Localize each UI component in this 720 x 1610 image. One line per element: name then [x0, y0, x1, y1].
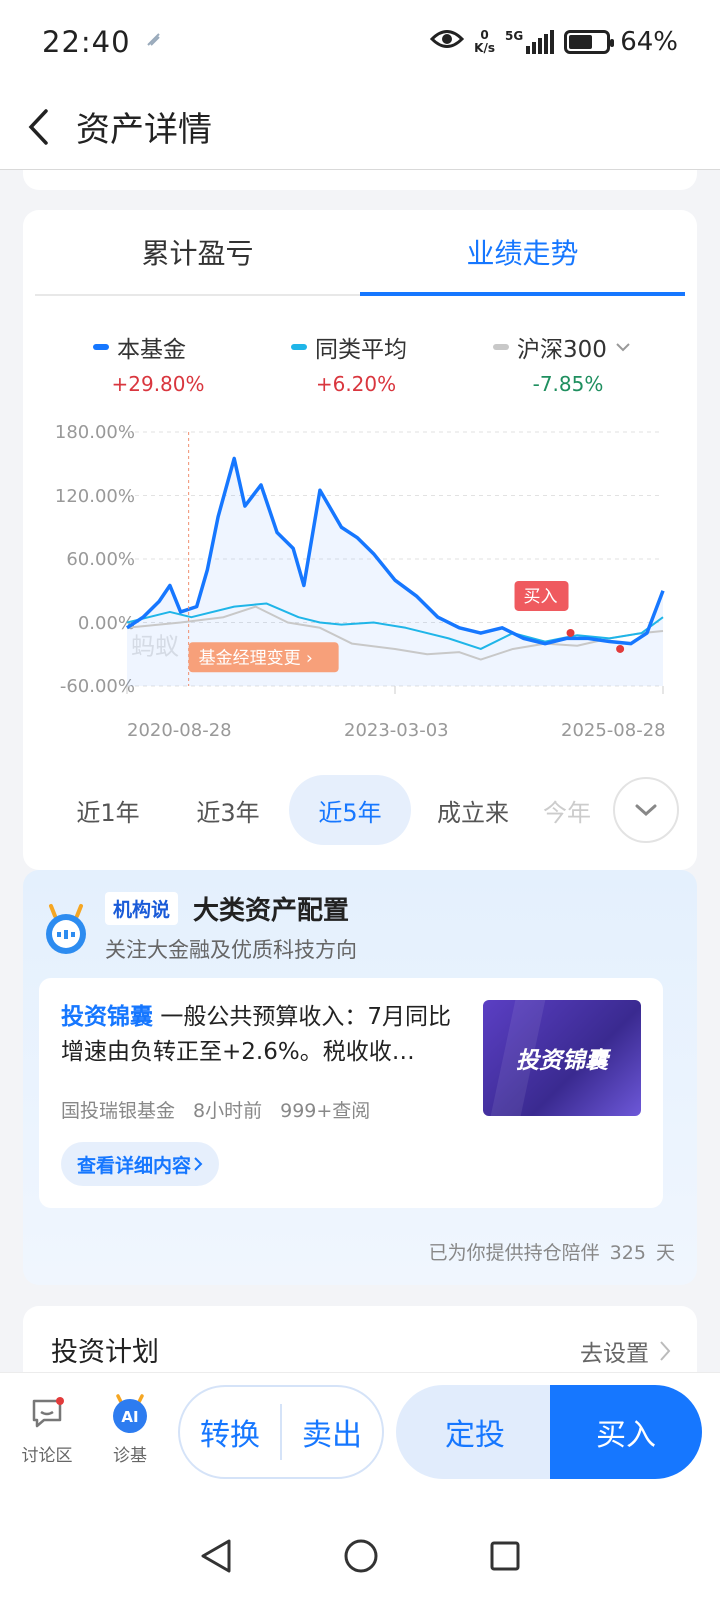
eye-icon [430, 27, 465, 57]
svg-text:AI: AI [121, 1408, 138, 1426]
robot-logo-icon [46, 904, 86, 954]
index-swatch [493, 344, 509, 350]
chevron-left-icon [28, 108, 48, 145]
signal-icon: 5G [505, 30, 555, 54]
institution-tag: 机构说 [105, 892, 179, 925]
performance-chart[interactable]: 蚂蚁基金经理变更 ›买入 [23, 410, 697, 710]
institution-title: 大类资产配置 [193, 896, 350, 926]
bottom-action-bar: 讨论区 AI 诊基 转换 卖出 定投 买入 [0, 1372, 720, 1502]
article-thumbnail: 投资锦囊 [483, 1000, 641, 1116]
page-title: 资产详情 [76, 110, 212, 150]
ai-robot-icon: AI [113, 1394, 147, 1433]
back-button[interactable] [0, 84, 76, 170]
range-ytd[interactable]: 今年 [543, 775, 603, 845]
buy-button[interactable]: 买入 [550, 1385, 702, 1479]
status-time: 22:40 [42, 25, 131, 59]
more-ranges-button[interactable] [613, 777, 679, 843]
previous-card-bottom [23, 170, 697, 190]
plan-setup-link[interactable]: 去设置 [580, 1334, 671, 1368]
accompany-days: 已为你提供持仓陪伴 325 天 [428, 1242, 675, 1264]
status-bar: 22:40 0 K/s 5G 64% [0, 0, 720, 84]
range-3y[interactable]: 近3年 [183, 775, 273, 845]
convert-sell-group: 转换 卖出 [178, 1385, 384, 1479]
view-details-button[interactable]: 查看详细内容 [61, 1142, 220, 1186]
x-tick-label: 2020-08-28 [127, 720, 232, 741]
range-1y[interactable]: 近1年 [63, 775, 153, 845]
legend-peer-average[interactable]: 同类平均 +6.20% [291, 330, 421, 396]
discussion-button[interactable]: 讨论区 [12, 1391, 82, 1466]
performance-tabs: 累计盈亏 业绩走势 [35, 210, 685, 296]
article-card[interactable]: 投资锦囊 一般公共预算收入：7月同比增速由负转正至+2.6%。税收收… 国投瑞银… [39, 978, 663, 1208]
article-publisher: 国投瑞银基金 [61, 1100, 176, 1122]
convert-button[interactable]: 转换 [180, 1410, 280, 1454]
manager-change-label: 基金经理变更 › [199, 648, 313, 668]
sell-button[interactable]: 卖出 [282, 1410, 382, 1454]
tab-performance-trend[interactable]: 业绩走势 [360, 210, 685, 296]
peer-swatch [291, 344, 307, 350]
range-selector: 近1年 近3年 近5年 成立来 今年 [23, 775, 697, 847]
chevron-right-icon [660, 1341, 671, 1361]
system-nav-bar [0, 1502, 720, 1610]
article-meta: 国投瑞银基金 8小时前 999+查阅 [61, 1096, 370, 1123]
institution-subtitle: 关注大金融及优质科技方向 [105, 938, 357, 962]
buy-marker-label: 买入 [524, 587, 558, 607]
nav-recents-icon[interactable] [489, 1540, 521, 1572]
range-since-inception[interactable]: 成立来 [423, 775, 523, 845]
article-source: 投资锦囊 [61, 1004, 153, 1030]
battery-icon [564, 30, 615, 54]
article-views: 999+查阅 [280, 1100, 371, 1122]
net-speed: 0 K/s [474, 28, 495, 55]
nav-back-icon[interactable] [199, 1538, 233, 1574]
legend-index[interactable]: 沪深300 -7.85% [493, 330, 643, 396]
nav-home-icon[interactable] [343, 1538, 379, 1574]
x-tick-label: 2023-03-03 [344, 720, 449, 741]
article-headline: 投资锦囊 一般公共预算收入：7月同比增速由负转正至+2.6%。税收收… [61, 1000, 461, 1070]
chevron-down-icon [635, 804, 657, 817]
chat-icon [32, 1397, 64, 1428]
institution-card: 机构说 大类资产配置 关注大金融及优质科技方向 投资锦囊 一般公共预算收入：7月… [23, 870, 697, 1285]
article-time: 8小时前 [193, 1100, 263, 1122]
trade-marker-dot [616, 644, 625, 653]
battery-percent: 64% [620, 27, 678, 57]
chevron-right-icon [194, 1157, 203, 1171]
fund-swatch [93, 344, 109, 350]
performance-card: 累计盈亏 业绩走势 本基金 +29.80% 同类平均 +6.20% 沪深300 … [23, 210, 697, 870]
app-header: 资产详情 [0, 84, 720, 170]
x-tick-label: 2025-08-28 [561, 720, 666, 741]
legend-fund[interactable]: 本基金 +29.80% [93, 330, 223, 396]
chevron-down-icon [616, 343, 630, 352]
notification-icon [145, 31, 163, 54]
plan-title: 投资计划 [51, 1337, 159, 1368]
tab-cumulative-pnl[interactable]: 累计盈亏 [35, 210, 360, 294]
fixed-investment-button[interactable]: 定投 [396, 1385, 554, 1479]
range-5y[interactable]: 近5年 [289, 775, 411, 845]
chart-legend: 本基金 +29.80% 同类平均 +6.20% 沪深300 -7.85% [23, 330, 697, 400]
diagnose-fund-button[interactable]: AI 诊基 [95, 1391, 165, 1466]
buy-marker-dot [566, 628, 575, 637]
